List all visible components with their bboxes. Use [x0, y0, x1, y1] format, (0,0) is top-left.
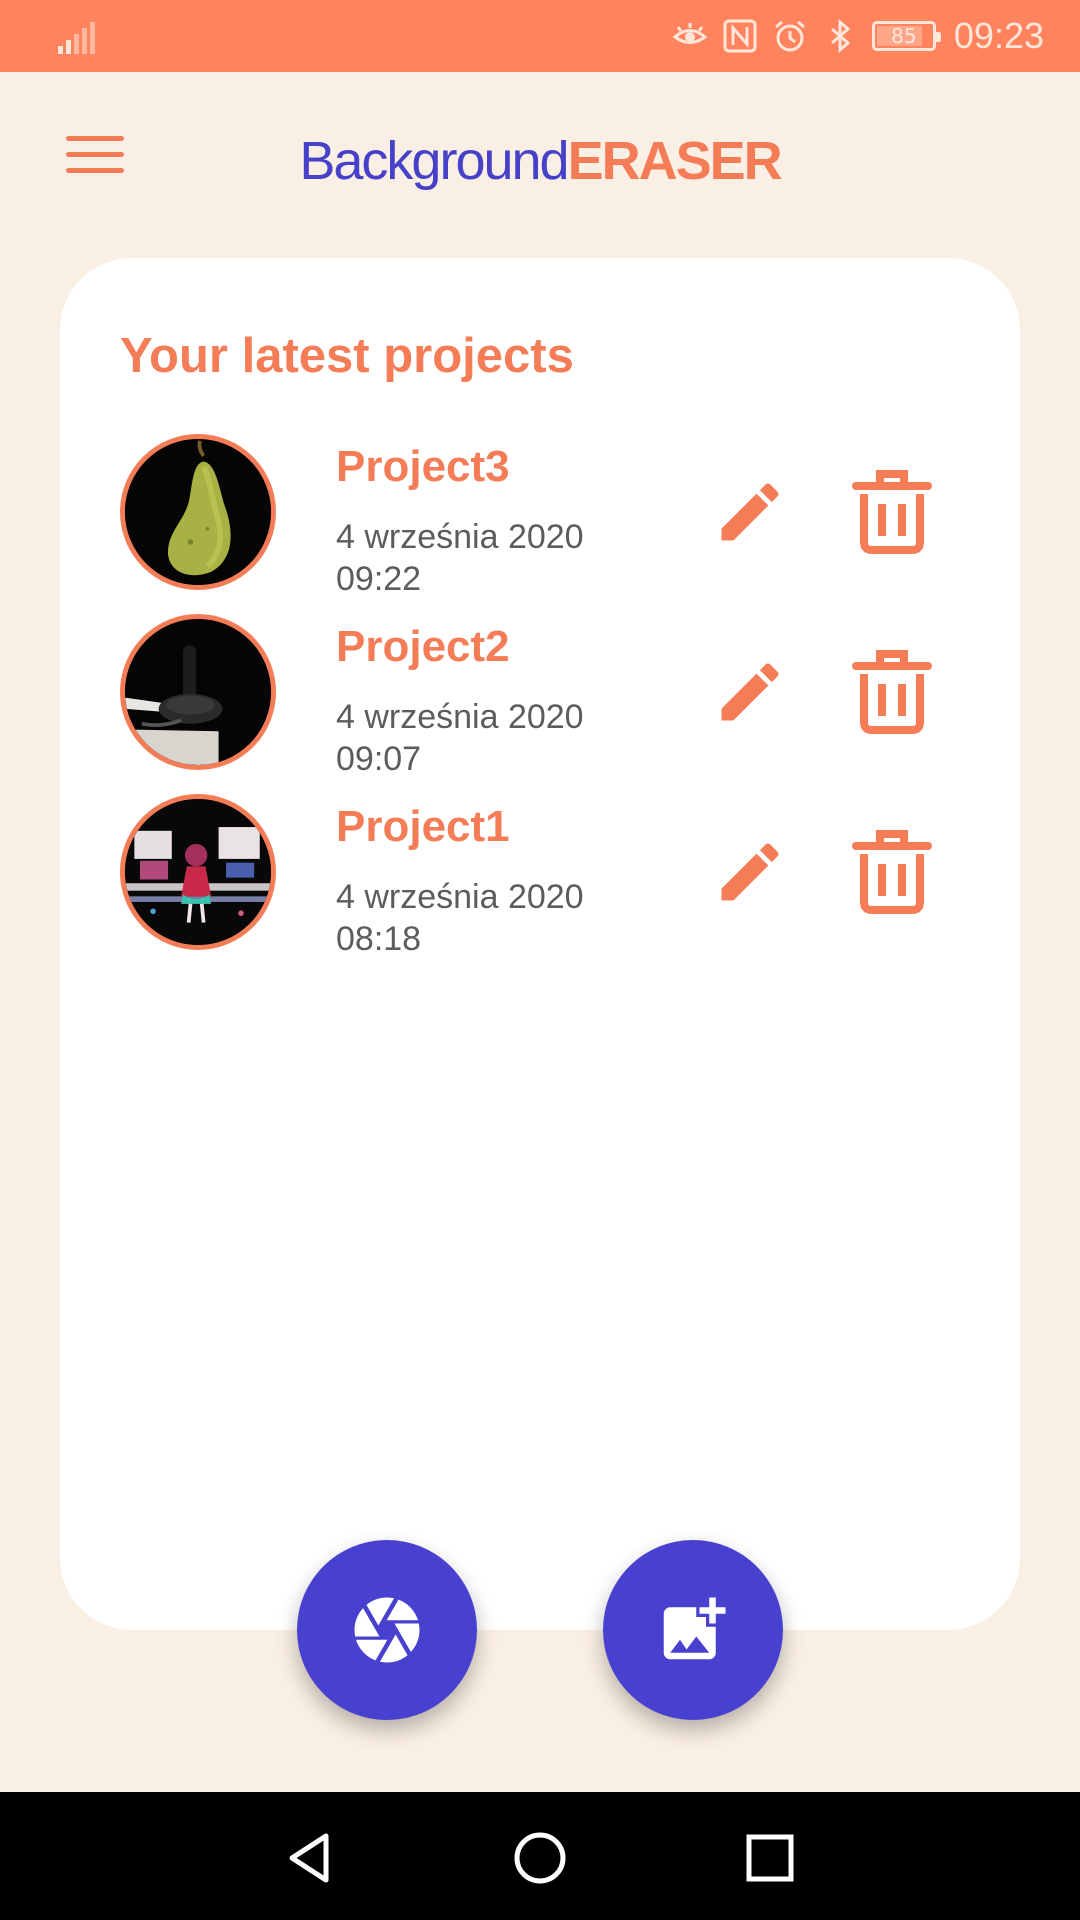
bluetooth-icon [830, 18, 851, 54]
pencil-icon[interactable] [712, 834, 788, 910]
project-thumbnail[interactable] [120, 434, 276, 590]
eye-icon [672, 23, 708, 44]
camera-shutter-icon [354, 1597, 420, 1663]
add-image-icon [663, 1597, 726, 1660]
card-title: Your latest projects [120, 329, 574, 383]
pencil-icon[interactable] [712, 474, 788, 550]
project-name: Project1 [336, 802, 510, 851]
project-row[interactable]: Project3 4 września 2020 09:22 [60, 434, 1020, 598]
project-name: Project3 [336, 442, 510, 491]
navigation-bar [0, 1792, 1080, 1920]
project-row[interactable]: Project1 4 września 2020 08:18 [60, 794, 1020, 958]
trash-icon[interactable] [852, 650, 932, 734]
joystick-image [125, 619, 271, 765]
logo-text-eraser: ERASER [567, 131, 783, 191]
project-date-day: 4 września 2020 [336, 518, 584, 556]
project-row[interactable]: Project2 4 września 2020 09:07 [60, 614, 1020, 778]
project-date-time: 09:07 [336, 740, 422, 778]
anime-figure-image [125, 799, 271, 945]
alarm-icon [774, 20, 805, 52]
project-thumbnail[interactable] [120, 614, 276, 770]
trash-icon[interactable] [852, 470, 932, 554]
battery-icon: 85 [871, 21, 941, 51]
add-image-button[interactable] [603, 1540, 783, 1720]
pear-image [125, 439, 271, 585]
pencil-icon[interactable] [712, 654, 788, 730]
project-date: 4 września 2020 08:18 [336, 876, 636, 960]
status-clock: 09:23 [953, 15, 1044, 56]
status-bar: 85 09:23 [0, 0, 1080, 72]
nfc-icon [723, 19, 757, 53]
project-date-time: 08:18 [336, 920, 422, 958]
project-date-time: 09:22 [336, 560, 422, 598]
home-circle-icon[interactable] [510, 1828, 570, 1888]
trash-icon[interactable] [852, 830, 932, 914]
project-name: Project2 [336, 622, 510, 671]
app-logo: BackgroundERASER [0, 130, 1080, 192]
projects-card: Your latest projects Project3 4 września… [60, 258, 1020, 1630]
logo-text-background: Background [299, 131, 569, 191]
signal-icon [58, 22, 95, 54]
project-date: 4 września 2020 09:22 [336, 516, 636, 600]
back-triangle-icon[interactable] [280, 1828, 340, 1888]
project-thumbnail[interactable] [120, 794, 276, 950]
battery-level: 85 [891, 24, 917, 48]
project-date-day: 4 września 2020 [336, 698, 584, 736]
camera-button[interactable] [297, 1540, 477, 1720]
recent-square-icon[interactable] [740, 1828, 800, 1888]
project-date-day: 4 września 2020 [336, 878, 584, 916]
project-date: 4 września 2020 09:07 [336, 696, 636, 780]
